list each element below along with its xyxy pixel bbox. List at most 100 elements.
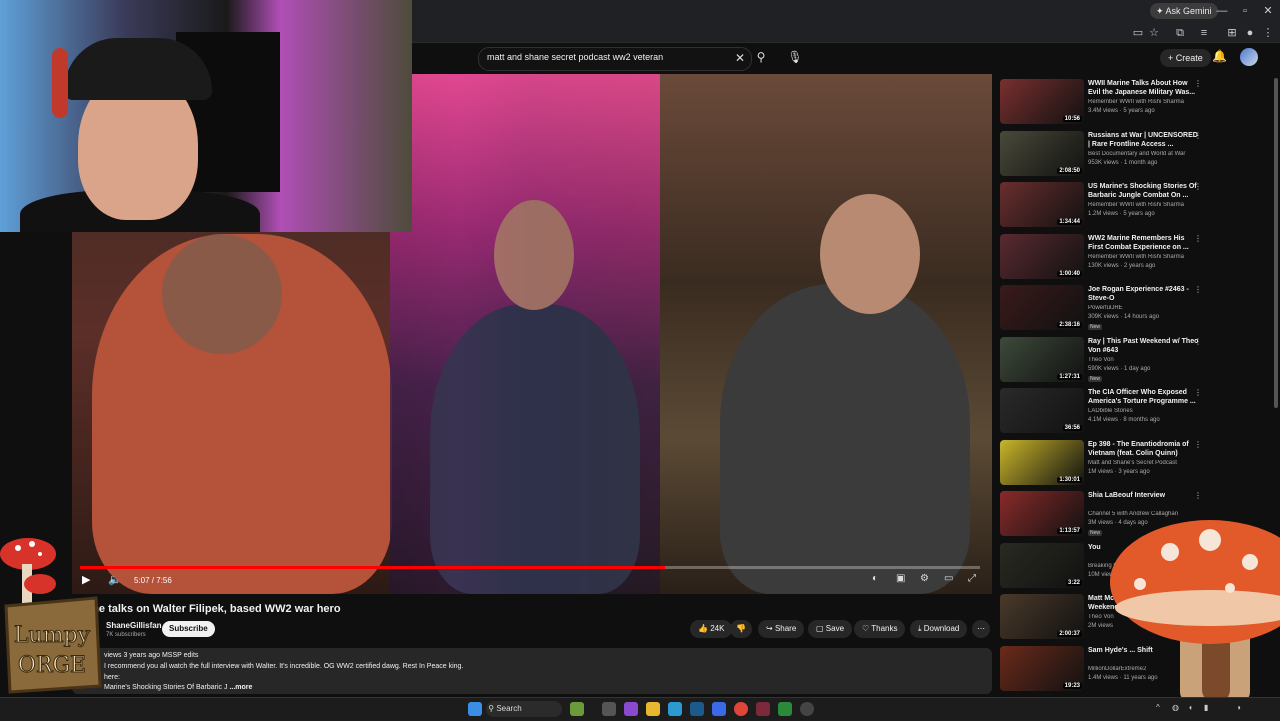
- recommendation-title[interactable]: Shia LaBeouf Interview: [1088, 491, 1200, 500]
- edge-icon[interactable]: [668, 702, 682, 716]
- recommendation-thumbnail[interactable]: 2:08:50: [1000, 130, 1084, 176]
- tray-chevron-icon[interactable]: ^: [1156, 703, 1160, 712]
- recommendation-title[interactable]: Joe Rogan Experience #2463 - Steve-O: [1088, 285, 1200, 303]
- recommendation-thumbnail[interactable]: 2:38:16: [1000, 285, 1084, 330]
- chrome-icon[interactable]: [734, 702, 748, 716]
- recommendation-item[interactable]: 1:00:40 WW2 Marine Remembers His First Co…: [1000, 232, 1270, 284]
- dislike-button[interactable]: 👎: [730, 620, 752, 638]
- captions-icon[interactable]: ▣: [896, 573, 905, 584]
- volume-tray-icon[interactable]: ◖: [1188, 703, 1193, 712]
- recommendation-menu-icon[interactable]: ⋮: [1194, 131, 1202, 140]
- notification-center-icon[interactable]: ◑: [1236, 703, 1241, 712]
- description-link[interactable]: Marine's Shocking Stories Of Barbaric J: [104, 684, 228, 691]
- subscribe-button[interactable]: Subscribe: [162, 621, 215, 637]
- taskbar-search[interactable]: ⚲ Search: [486, 701, 562, 717]
- recommendation-thumbnail[interactable]: 1:00:40: [1000, 233, 1084, 279]
- obs-icon[interactable]: [800, 702, 814, 716]
- download-button[interactable]: ⤓ Download: [910, 620, 968, 638]
- recommendation-title[interactable]: US Marine's Shocking Stories Of Barbaric…: [1088, 182, 1200, 200]
- recommendation-thumbnail[interactable]: 3:22: [1000, 542, 1084, 588]
- network-icon[interactable]: ◍: [1172, 703, 1179, 712]
- more-actions-icon[interactable]: ⋯: [972, 620, 990, 638]
- recommendation-title[interactable]: Ray | This Past Weekend w/ Theo Von #643: [1088, 337, 1200, 355]
- recommendation-menu-icon[interactable]: ⋮: [1194, 337, 1202, 346]
- recommendation-channel[interactable]: Matt and Shane's Secret Podcast: [1088, 460, 1200, 466]
- volume-icon[interactable]: 🔈: [108, 573, 122, 586]
- maximize-icon[interactable]: ▫: [1237, 3, 1253, 19]
- recommendation-menu-icon[interactable]: ⋮: [1194, 388, 1202, 397]
- recommendation-item[interactable]: 1:27:31 Ray | This Past Weekend w/ Theo V…: [1000, 335, 1270, 387]
- recommendation-menu-icon[interactable]: ⋮: [1194, 491, 1202, 500]
- save-button[interactable]: ▢ Save: [808, 620, 853, 638]
- create-button[interactable]: + Create: [1160, 49, 1211, 67]
- search-query[interactable]: matt and shane secret podcast ww2 vetera…: [487, 52, 663, 62]
- ask-gemini-button[interactable]: ✦ Ask Gemini: [1150, 3, 1218, 19]
- settings-gear-icon[interactable]: ⚙: [920, 573, 929, 584]
- steam-icon[interactable]: [690, 702, 704, 716]
- autoplay-toggle[interactable]: ◐: [872, 573, 878, 584]
- video-progress-bar[interactable]: [80, 566, 980, 569]
- recommendation-title[interactable]: Ep 398 - The Enantiodromia of Vietnam (f…: [1088, 440, 1200, 458]
- recommendation-thumbnail[interactable]: 1:27:31: [1000, 336, 1084, 382]
- recommendation-menu-icon[interactable]: ⋮: [1194, 440, 1202, 449]
- channel-name[interactable]: ShaneGillisfan: [106, 621, 162, 630]
- recommendation-channel[interactable]: Remember WWII with Rishi Sharma: [1088, 202, 1200, 208]
- cast-icon[interactable]: ▭: [1130, 25, 1146, 41]
- recommendation-thumbnail[interactable]: 1:30:01: [1000, 439, 1084, 485]
- minimize-icon[interactable]: —: [1214, 3, 1230, 19]
- fullscreen-icon[interactable]: ⤢: [968, 573, 976, 584]
- menu-icon[interactable]: ≡: [1196, 25, 1212, 41]
- recommendation-thumbnail[interactable]: 1:13:57: [1000, 491, 1084, 536]
- tab-search-icon[interactable]: ⊞: [1224, 25, 1240, 41]
- recommendation-title[interactable]: The CIA Officer Who Exposed America's To…: [1088, 388, 1200, 406]
- app-icon[interactable]: [712, 702, 726, 716]
- recommendation-menu-icon[interactable]: ⋮: [1194, 285, 1202, 294]
- profile-icon[interactable]: ●: [1242, 25, 1258, 41]
- recommendation-item[interactable]: 1:34:44 US Marine's Shocking Stories Of B…: [1000, 180, 1270, 232]
- recommendation-menu-icon[interactable]: ⋮: [1194, 234, 1202, 243]
- recommendation-thumbnail[interactable]: 36:56: [1000, 388, 1084, 433]
- more-link[interactable]: ...more: [229, 684, 252, 691]
- microphone-icon[interactable]: 🎙: [785, 47, 805, 67]
- recommendation-channel[interactable]: Theo Von: [1088, 357, 1200, 363]
- battery-icon[interactable]: ▮: [1204, 703, 1208, 712]
- notifications-bell-icon[interactable]: 🔔: [1212, 49, 1227, 63]
- recommendation-item[interactable]: 36:56 The CIA Officer Who Exposed America…: [1000, 386, 1270, 438]
- task-view-icon[interactable]: [602, 702, 616, 716]
- search-icon[interactable]: ⚲: [751, 47, 771, 67]
- search-input[interactable]: matt and shane secret podcast ww2 vetera…: [478, 47, 752, 71]
- file-explorer-icon[interactable]: [646, 702, 660, 716]
- recommendation-item[interactable]: 10:56 WWII Marine Talks About How Evil th…: [1000, 77, 1270, 129]
- windows-start-icon[interactable]: [468, 702, 482, 716]
- recommendation-channel[interactable]: Best Documentary and World at War: [1088, 151, 1200, 157]
- recommendation-title[interactable]: Russians at War | UNCENSORED | Rare Fron…: [1088, 131, 1200, 149]
- recommendation-thumbnail[interactable]: 1:34:44: [1000, 182, 1084, 227]
- close-window-icon[interactable]: ✕: [1260, 3, 1276, 19]
- clear-search-icon[interactable]: ✕: [735, 51, 745, 65]
- recommendation-menu-icon[interactable]: ⋮: [1194, 182, 1202, 191]
- recommendation-item[interactable]: 2:38:16 Joe Rogan Experience #2463 - Stev…: [1000, 283, 1270, 335]
- recommendation-title[interactable]: WWII Marine Talks About How Evil the Jap…: [1088, 79, 1200, 97]
- recommendation-item[interactable]: 2:08:50 Russians at War | UNCENSORED | Ra…: [1000, 129, 1270, 181]
- bookmark-star-icon[interactable]: ☆: [1146, 25, 1162, 41]
- recommendation-channel[interactable]: PowerfulJRE: [1088, 305, 1200, 311]
- like-button[interactable]: 👍 24K: [690, 620, 733, 638]
- widgets-icon[interactable]: [570, 702, 584, 716]
- theater-mode-icon[interactable]: ▭: [944, 573, 953, 584]
- app-icon[interactable]: [778, 702, 792, 716]
- recommendation-thumbnail[interactable]: 10:56: [1000, 79, 1084, 124]
- thanks-button[interactable]: ♡ Thanks: [854, 620, 906, 638]
- extensions-icon[interactable]: ⧉: [1172, 25, 1188, 41]
- recommendation-thumbnail[interactable]: 19:23: [1000, 645, 1084, 691]
- app-icon[interactable]: [756, 702, 770, 716]
- recommendation-title[interactable]: WW2 Marine Remembers His First Combat Ex…: [1088, 234, 1200, 252]
- avatar[interactable]: [1240, 48, 1258, 66]
- share-button[interactable]: ↪ Share: [758, 620, 805, 638]
- more-options-icon[interactable]: ⋮: [1260, 25, 1276, 41]
- copilot-icon[interactable]: [624, 702, 638, 716]
- recommendation-thumbnail[interactable]: 2:00:37: [1000, 594, 1084, 639]
- recommendation-menu-icon[interactable]: ⋮: [1194, 79, 1202, 88]
- recommendation-channel[interactable]: Remember WWII with Rishi Sharma: [1088, 254, 1200, 260]
- recommendation-channel[interactable]: LADbible Stories: [1088, 408, 1200, 414]
- scrollbar[interactable]: [1274, 78, 1278, 408]
